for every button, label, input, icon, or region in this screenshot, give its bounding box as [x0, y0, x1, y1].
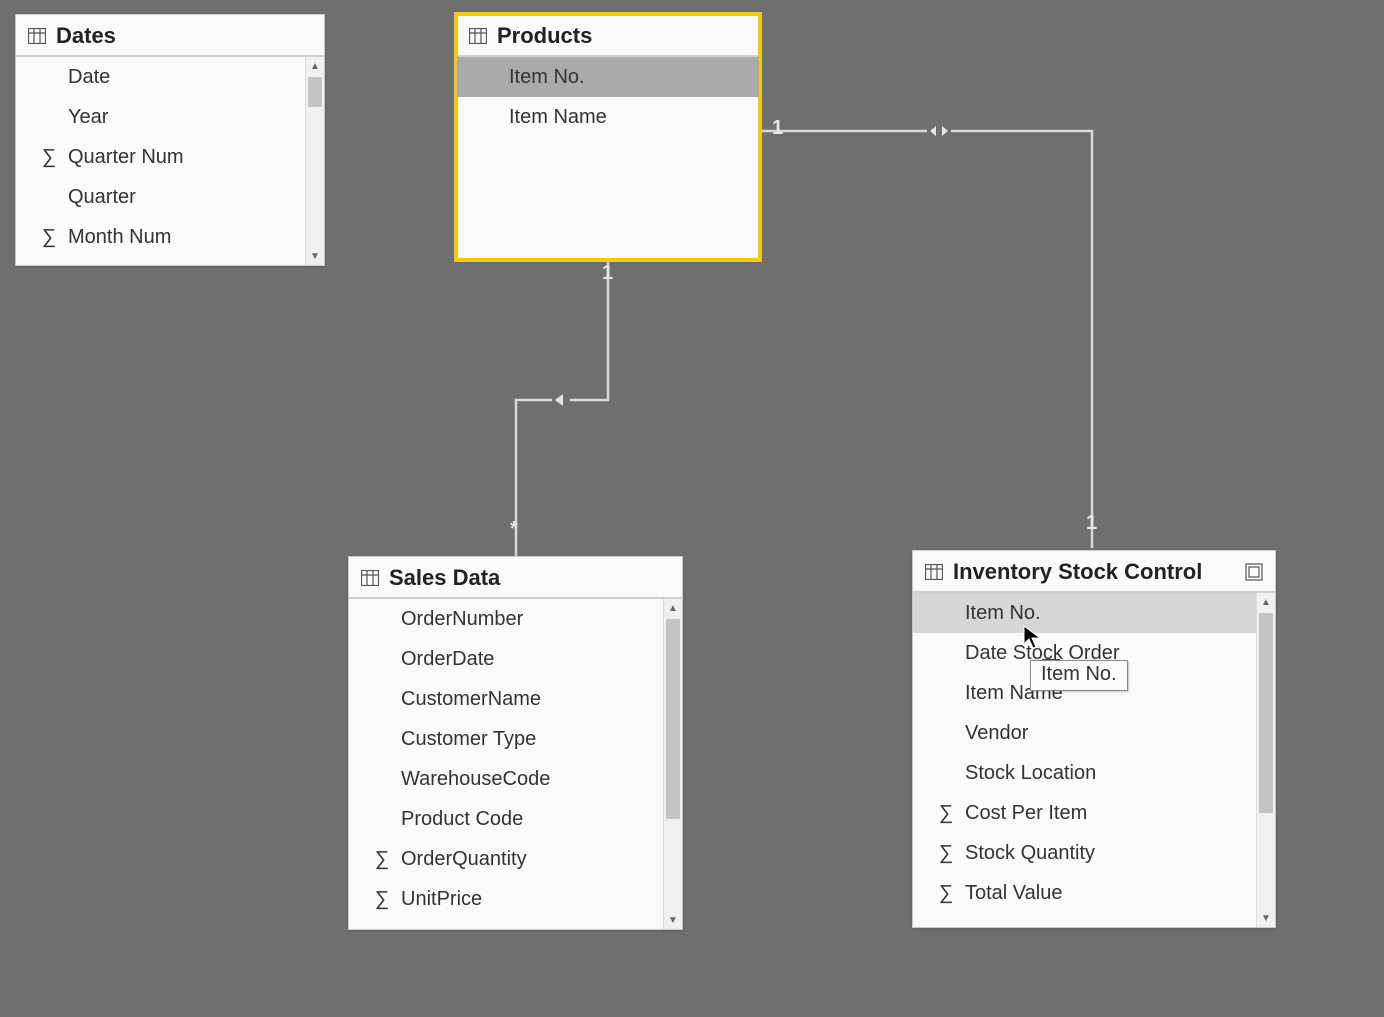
- scrollbar[interactable]: ▲ ▼: [305, 57, 324, 265]
- field-warehousecode[interactable]: WarehouseCode: [349, 759, 682, 799]
- field-label: WarehouseCode: [395, 768, 550, 791]
- table-icon: [925, 564, 943, 580]
- sigma-icon: ∑: [933, 802, 959, 825]
- scroll-thumb[interactable]: [666, 619, 680, 819]
- sigma-icon: ∑: [36, 226, 62, 249]
- field-year[interactable]: Year: [16, 97, 324, 137]
- field-orderquantity[interactable]: ∑ OrderQuantity: [349, 839, 682, 879]
- table-header-sales[interactable]: Sales Data: [349, 557, 682, 599]
- tooltip-text: Item No.: [1041, 663, 1117, 685]
- cardinality-products-bottom: 1: [602, 262, 613, 285]
- field-label: CustomerName: [395, 688, 541, 711]
- field-customername[interactable]: CustomerName: [349, 679, 682, 719]
- field-label: Date: [62, 66, 110, 89]
- field-label: Stock Quantity: [959, 842, 1095, 865]
- scroll-up-icon[interactable]: ▲: [1257, 593, 1275, 611]
- field-list-dates: Date Year ∑ Quarter Num Quarter ∑ Month …: [16, 57, 324, 265]
- field-quarter[interactable]: Quarter: [16, 177, 324, 217]
- field-label: Month Num: [62, 226, 171, 249]
- date-table-icon: [1245, 563, 1263, 581]
- sigma-icon: ∑: [369, 888, 395, 911]
- sigma-icon: ∑: [36, 146, 62, 169]
- field-customer-type[interactable]: Customer Type: [349, 719, 682, 759]
- drag-tooltip: Item No.: [1030, 660, 1128, 691]
- field-label: Item Name: [503, 106, 607, 129]
- field-cost-per-item[interactable]: ∑ Cost Per Item: [913, 793, 1275, 833]
- field-vendor[interactable]: Vendor: [913, 713, 1275, 753]
- table-title: Products: [497, 23, 592, 49]
- sigma-icon: ∑: [369, 848, 395, 871]
- field-date[interactable]: Date: [16, 57, 324, 97]
- table-inventory[interactable]: Inventory Stock Control Item No. Date St…: [912, 550, 1276, 928]
- table-header-inventory[interactable]: Inventory Stock Control: [913, 551, 1275, 593]
- table-icon: [28, 28, 46, 44]
- field-product-code[interactable]: Product Code: [349, 799, 682, 839]
- field-label: Stock Location: [959, 762, 1096, 785]
- field-inv-item-no[interactable]: Item No.: [913, 593, 1275, 633]
- field-list-sales: OrderNumber OrderDate CustomerName Custo…: [349, 599, 682, 929]
- scroll-down-icon[interactable]: ▼: [1257, 909, 1275, 927]
- field-list-products: Item No. Item Name: [457, 57, 759, 259]
- table-icon: [361, 570, 379, 586]
- table-header-dates[interactable]: Dates: [16, 15, 324, 57]
- field-label: Cost Per Item: [959, 802, 1087, 825]
- scrollbar[interactable]: ▲ ▼: [663, 599, 682, 929]
- scroll-down-icon[interactable]: ▼: [306, 247, 324, 265]
- cardinality-products-right: 1: [772, 117, 783, 140]
- sigma-icon: ∑: [933, 882, 959, 905]
- table-title: Inventory Stock Control: [953, 559, 1202, 585]
- table-title: Dates: [56, 23, 116, 49]
- scroll-down-icon[interactable]: ▼: [664, 911, 682, 929]
- field-label: OrderQuantity: [395, 848, 527, 871]
- field-label: Vendor: [959, 722, 1028, 745]
- scroll-up-icon[interactable]: ▲: [306, 57, 324, 75]
- field-label: Total Value: [959, 882, 1062, 905]
- table-title: Sales Data: [389, 565, 500, 591]
- field-item-name[interactable]: Item Name: [457, 97, 759, 137]
- field-ordernumber[interactable]: OrderNumber: [349, 599, 682, 639]
- field-quarter-num[interactable]: ∑ Quarter Num: [16, 137, 324, 177]
- field-label: Item No.: [503, 66, 585, 89]
- sigma-icon: ∑: [933, 842, 959, 865]
- table-icon: [469, 28, 487, 44]
- field-label: Year: [62, 106, 108, 129]
- table-products[interactable]: Products Item No. Item Name: [456, 14, 760, 260]
- field-label: Product Code: [395, 808, 523, 831]
- field-label: Quarter: [62, 186, 136, 209]
- field-list-inventory: Item No. Date Stock Order Item Name Vend…: [913, 593, 1275, 927]
- table-dates[interactable]: Dates Date Year ∑ Quarter Num Quarter ∑ …: [15, 14, 325, 266]
- scroll-thumb[interactable]: [1259, 613, 1273, 813]
- cardinality-inventory-top: 1: [1086, 512, 1097, 535]
- field-label: UnitPrice: [395, 888, 482, 911]
- scroll-up-icon[interactable]: ▲: [664, 599, 682, 617]
- field-label: Customer Type: [395, 728, 536, 751]
- scroll-thumb[interactable]: [308, 77, 322, 107]
- table-header-products[interactable]: Products: [457, 15, 759, 57]
- cardinality-sales-top: *: [510, 518, 518, 541]
- field-stock-location[interactable]: Stock Location: [913, 753, 1275, 793]
- field-orderdate[interactable]: OrderDate: [349, 639, 682, 679]
- field-stock-quantity[interactable]: ∑ Stock Quantity: [913, 833, 1275, 873]
- field-month-num[interactable]: ∑ Month Num: [16, 217, 324, 257]
- scrollbar[interactable]: ▲ ▼: [1256, 593, 1275, 927]
- field-label: OrderDate: [395, 648, 494, 671]
- field-total-value[interactable]: ∑ Total Value: [913, 873, 1275, 913]
- field-label: OrderNumber: [395, 608, 523, 631]
- field-unitprice[interactable]: ∑ UnitPrice: [349, 879, 682, 919]
- field-label: Item No.: [959, 602, 1041, 625]
- field-label: Quarter Num: [62, 146, 184, 169]
- field-item-no[interactable]: Item No.: [457, 57, 759, 97]
- table-sales-data[interactable]: Sales Data OrderNumber OrderDate Custome…: [348, 556, 683, 930]
